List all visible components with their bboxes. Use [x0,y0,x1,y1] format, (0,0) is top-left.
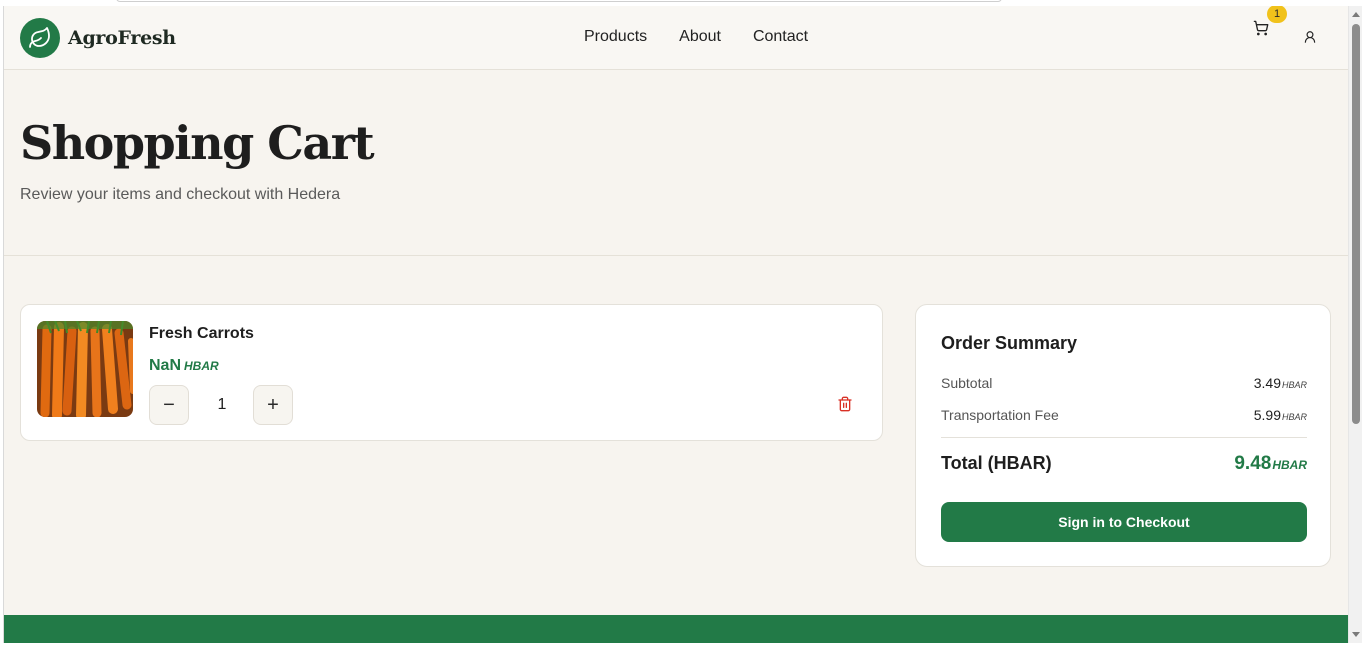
cart-item: Fresh Carrots NaN HBAR − 1 + [20,304,883,441]
subtotal-currency: HBAR [1281,380,1307,390]
product-price-value: NaN [149,357,182,374]
transport-fee-label: Transportation Fee [941,407,1059,423]
transport-fee-row: Transportation Fee 5.99HBAR [941,407,1307,423]
sign-in-checkout-button[interactable]: Sign in to Checkout [941,502,1307,542]
transport-fee-amount: 5.99HBAR [1254,407,1307,423]
subtotal-value: 3.49 [1253,375,1281,391]
brand-name: AgroFresh [68,27,176,49]
trash-icon[interactable] [837,396,855,414]
subtotal-amount: 3.49HBAR [1254,375,1307,391]
page-title: Shopping Cart [20,116,375,170]
total-amount: 9.48HBAR [1234,453,1307,475]
nav-contact-link[interactable]: Contact [753,28,808,46]
transport-fee-currency: HBAR [1281,412,1307,422]
product-name: Fresh Carrots [149,325,254,342]
site-footer [4,615,1348,643]
brand-logo[interactable]: AgroFresh [20,18,176,58]
product-price: NaN HBAR [149,357,219,375]
cart-icon[interactable] [1253,20,1275,42]
user-icon[interactable] [1303,30,1319,46]
site-header: AgroFresh Products About Contact 1 [4,6,1348,70]
subtotal-row: Subtotal 3.49HBAR [941,375,1307,391]
total-value: 9.48 [1234,453,1272,474]
decrease-quantity-button[interactable]: − [149,385,189,425]
nav-products-link[interactable]: Products [584,28,647,46]
address-bar-edge [116,0,1002,2]
total-label: Total (HBAR) [941,453,1052,473]
nav-about-link[interactable]: About [679,28,721,46]
transport-fee-value: 5.99 [1253,407,1281,423]
scrollbar-thumb[interactable] [1352,24,1360,424]
scroll-up-arrow-icon[interactable] [1352,12,1360,17]
quantity-value: 1 [217,396,227,413]
order-summary-title: Order Summary [941,333,1078,353]
total-row: Total (HBAR) 9.48HBAR [941,453,1307,475]
page-subtitle: Review your items and checkout with Hede… [20,186,341,203]
product-image [37,321,133,417]
subtotal-label: Subtotal [941,375,993,391]
total-currency: HBAR [1272,458,1307,472]
cart-count-badge: 1 [1267,6,1287,23]
page-scrollbar[interactable] [1348,6,1362,643]
increase-quantity-button[interactable]: + [253,385,293,425]
order-summary: Order Summary Subtotal 3.49HBAR Transpor… [915,304,1331,567]
leaf-icon [20,18,60,58]
product-price-currency: HBAR [184,359,219,373]
scroll-down-arrow-icon[interactable] [1352,632,1360,637]
main-nav: Products About Contact [584,28,808,46]
page-hero: Shopping Cart Review your items and chec… [4,70,1348,256]
summary-divider [941,437,1307,438]
page-viewport: AgroFresh Products About Contact 1 Shopp… [3,6,1348,643]
